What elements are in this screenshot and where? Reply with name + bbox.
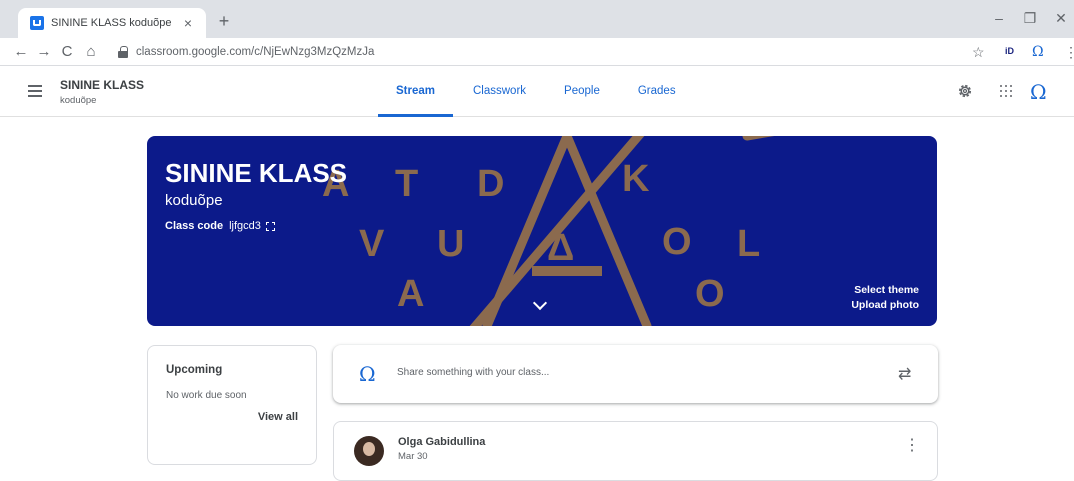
- back-button[interactable]: ←: [10, 41, 32, 63]
- banner-letter-k: K: [622, 158, 650, 200]
- class-code: Class code ljfgcd3: [165, 220, 275, 232]
- banner-letter-a2: A: [397, 273, 424, 315]
- tab-title: SININE KLASS koduõpe: [51, 17, 172, 29]
- upload-photo-link[interactable]: Upload photo: [851, 299, 919, 311]
- google-apps-icon[interactable]: [1000, 85, 1012, 97]
- banner-letter-o: O: [662, 221, 692, 263]
- view-all-link[interactable]: View all: [166, 411, 298, 423]
- close-window-button[interactable]: ✕: [1050, 8, 1072, 28]
- share-placeholder[interactable]: Share something with your class...: [397, 367, 549, 378]
- share-box[interactable]: Ω Share something with your class... ⇄: [333, 345, 938, 403]
- author-avatar: [354, 436, 384, 466]
- browser-toolbar: ← → C ⌂ classroom.google.com/c/NjEwNzg3M…: [0, 38, 1074, 66]
- select-theme-link[interactable]: Select theme: [854, 284, 919, 296]
- home-button[interactable]: ⌂: [80, 41, 102, 63]
- class-code-value: ljfgcd3: [229, 220, 261, 232]
- new-tab-button[interactable]: +: [214, 11, 234, 31]
- reload-button[interactable]: C: [56, 41, 78, 63]
- banner-letter-l: L: [737, 223, 760, 265]
- forward-button[interactable]: →: [33, 41, 55, 63]
- lock-icon: [118, 46, 128, 58]
- class-code-label: Class code: [165, 220, 224, 232]
- url-text[interactable]: classroom.google.com/c/NjEwNzg3MzQzMzJa: [136, 46, 374, 58]
- address-bar[interactable]: classroom.google.com/c/NjEwNzg3MzQzMzJa: [118, 41, 968, 63]
- banner-letter-u: U: [437, 223, 464, 265]
- tab-grades[interactable]: Grades: [620, 67, 694, 117]
- browser-tab[interactable]: SININE KLASS koduõpe ×: [18, 8, 206, 38]
- tab-close-icon[interactable]: ×: [180, 15, 196, 31]
- banner-class-title[interactable]: SININE KLASS: [165, 158, 347, 189]
- settings-gear-icon[interactable]: [956, 82, 974, 100]
- banner-class-section: koduõpe: [165, 192, 223, 209]
- post-date: Mar 30: [398, 451, 428, 462]
- profile-icon[interactable]: Ω: [1032, 42, 1044, 62]
- reuse-post-icon[interactable]: ⇄: [898, 364, 911, 384]
- stream-post: Olga Gabidullina Mar 30 ⋮: [333, 421, 938, 481]
- upcoming-card: Upcoming No work due soon View all: [147, 345, 317, 465]
- classroom-favicon-icon: [30, 16, 44, 30]
- fullscreen-icon[interactable]: [265, 221, 275, 231]
- post-author: Olga Gabidullina: [398, 436, 486, 448]
- banner-letter-o2: O: [695, 273, 725, 315]
- browser-tabstrip: SININE KLASS koduõpe × + – ❐ ✕: [0, 0, 1074, 38]
- extension-id-icon[interactable]: iD: [1005, 46, 1014, 56]
- header-class-name[interactable]: SININE KLASS: [60, 78, 144, 92]
- restore-button[interactable]: ❐: [1019, 8, 1041, 28]
- bookmark-star-icon[interactable]: ☆: [972, 42, 985, 62]
- upcoming-title: Upcoming: [166, 364, 223, 376]
- banner-letter-delta: Δ: [547, 227, 574, 269]
- tab-classwork[interactable]: Classwork: [455, 67, 544, 117]
- upcoming-empty-text: No work due soon: [166, 390, 247, 401]
- tab-people[interactable]: People: [546, 67, 618, 117]
- user-avatar: Ω: [359, 362, 376, 386]
- header-class-section: koduõpe: [60, 95, 97, 106]
- tab-stream[interactable]: Stream: [378, 67, 453, 117]
- browser-menu-icon[interactable]: ⋮: [1064, 42, 1074, 62]
- banner-letter-v: V: [359, 223, 385, 265]
- post-more-options-icon[interactable]: ⋮: [904, 438, 920, 454]
- class-nav-tabs: Stream Classwork People Grades: [378, 67, 696, 117]
- main-menu-icon[interactable]: [28, 85, 42, 97]
- banner-letter-d: D: [477, 163, 504, 205]
- classroom-header: SININE KLASS koduõpe Stream Classwork Pe…: [0, 67, 1074, 117]
- class-banner: A T D K V U Δ O L A O SININE KLASS koduõ…: [147, 136, 937, 326]
- minimize-button[interactable]: –: [988, 8, 1010, 28]
- banner-letter-t: T: [395, 163, 418, 205]
- account-avatar[interactable]: Ω: [1030, 80, 1047, 104]
